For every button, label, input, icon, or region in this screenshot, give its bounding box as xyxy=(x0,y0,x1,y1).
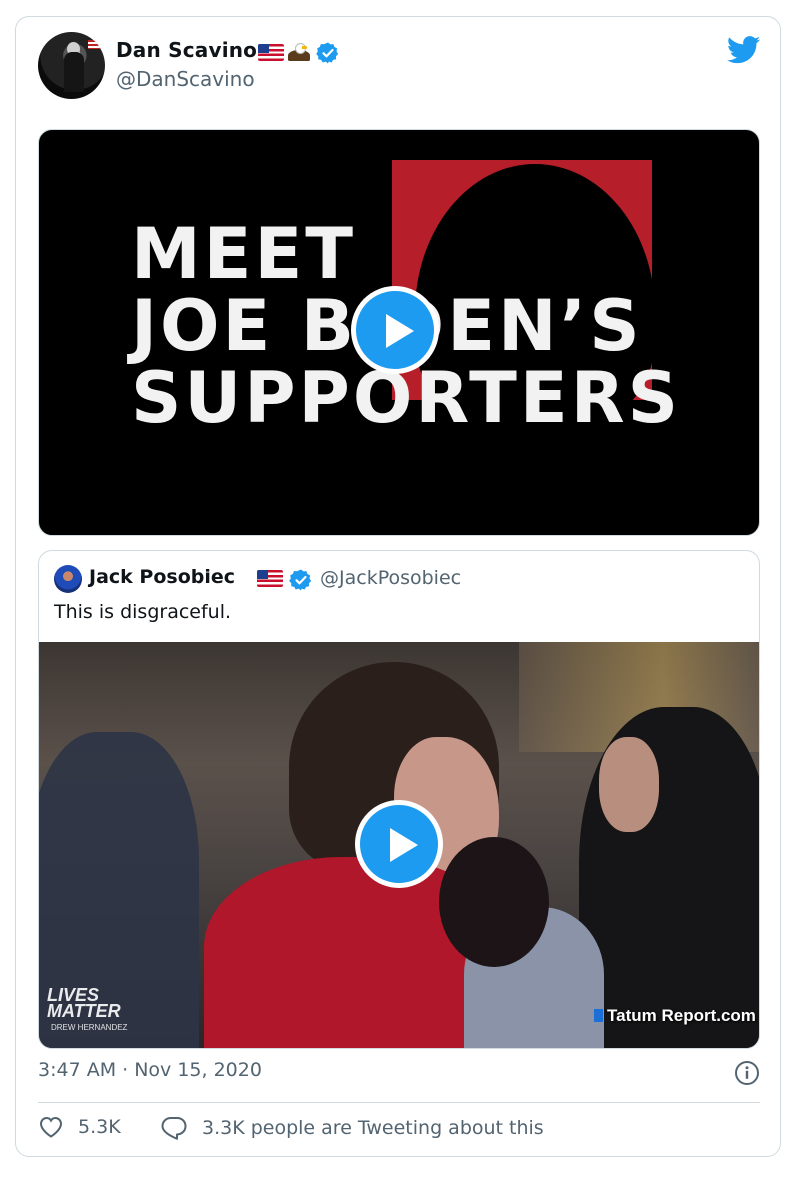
quoted-display-name[interactable]: Jack Posobiec xyxy=(89,566,235,588)
headline-line-3: SUPPORTERS xyxy=(131,357,682,439)
author-handle[interactable]: @DanScavino xyxy=(116,67,255,91)
us-flag-icon xyxy=(258,43,284,61)
author-name-emojis xyxy=(258,41,311,63)
like-button[interactable]: 5.3K xyxy=(38,1115,121,1139)
play-icon xyxy=(386,314,414,348)
main-video[interactable]: MEET JOE BIDEN’S SUPPORTERS xyxy=(38,129,760,536)
divider xyxy=(38,1102,760,1103)
speech-bubble-icon xyxy=(161,1117,187,1140)
headline-line-1: MEET xyxy=(131,213,357,295)
like-count: 5.3K xyxy=(78,1116,121,1138)
avatar-figure xyxy=(64,52,84,92)
girl-hair xyxy=(439,837,549,967)
quoted-author-avatar[interactable] xyxy=(54,565,82,593)
avatar-flag xyxy=(88,40,102,49)
info-icon[interactable] xyxy=(734,1060,760,1086)
author-avatar[interactable] xyxy=(38,32,105,99)
verified-badge-icon xyxy=(316,42,339,64)
twitter-logo-icon[interactable] xyxy=(727,36,761,64)
watermark-subtitle: DREW HERNANDEZ xyxy=(51,1023,128,1032)
author-display-name[interactable]: Dan Scavino xyxy=(116,38,257,62)
play-button[interactable] xyxy=(355,800,443,888)
reply-button[interactable]: 3.3K people are Tweeting about this xyxy=(160,1115,544,1141)
eagle-icon xyxy=(287,41,311,63)
man-right-face xyxy=(599,737,659,832)
quoted-video[interactable]: LIVES MATTER DREW HERNANDEZ Tatum Report… xyxy=(39,642,759,1048)
play-icon xyxy=(390,828,418,862)
tatum-report-watermark: Tatum Report.com xyxy=(594,1006,756,1026)
tatum-logo-icon xyxy=(594,1009,603,1022)
verified-badge-icon xyxy=(289,569,312,591)
lives-matter-watermark: LIVES MATTER xyxy=(47,985,121,1021)
play-button[interactable] xyxy=(351,286,439,374)
tweeting-about-text: 3.3K people are Tweeting about this xyxy=(202,1117,544,1139)
us-flag-icon xyxy=(257,570,283,587)
quoted-tweet-text: This is disgraceful. xyxy=(54,601,232,623)
quoted-name-emojis xyxy=(257,570,283,587)
tweet-timestamp[interactable]: 3:47 AM · Nov 15, 2020 xyxy=(38,1059,262,1081)
quoted-handle[interactable]: @JackPosobiec xyxy=(320,567,461,589)
quoted-tweet[interactable]: Jack Posobiec @JackPosobiec This is disg… xyxy=(38,550,760,1049)
heart-icon xyxy=(39,1116,63,1138)
